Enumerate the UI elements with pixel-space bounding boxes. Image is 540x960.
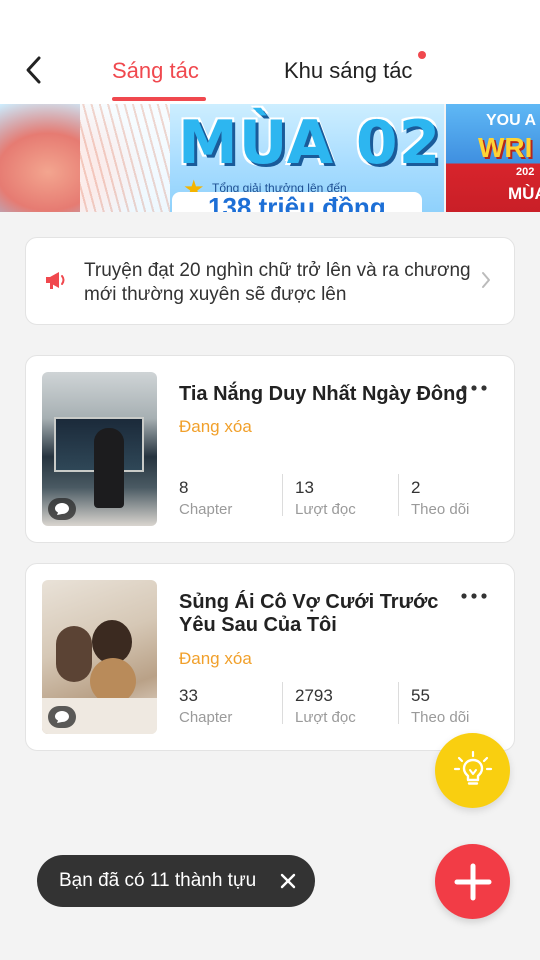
stat-value: 33 xyxy=(179,686,198,705)
comment-icon xyxy=(48,498,76,520)
chevron-right-icon xyxy=(482,272,490,288)
stat-label: Theo dõi xyxy=(411,501,470,518)
story-card[interactable]: Sủng Ái Cô Vợ Cưới Trước Yêu Sau Của Tôi… xyxy=(25,563,515,751)
banner-next-line1: YOU A xyxy=(486,112,537,129)
stat-followers: 55 Theo dõi xyxy=(411,685,521,729)
stat-reads: 2793 Lượt đọc xyxy=(295,685,405,729)
banner-next-line4: MÙA xyxy=(508,184,540,203)
idea-button[interactable] xyxy=(435,733,510,808)
more-dots-icon[interactable] xyxy=(460,588,488,604)
more-dots-icon[interactable] xyxy=(460,380,488,396)
plus-icon xyxy=(454,863,491,900)
stat-divider xyxy=(398,474,399,516)
tab-khu-sang-tac[interactable]: Khu sáng tác xyxy=(284,56,412,86)
megaphone-icon xyxy=(46,272,65,289)
toast-message: Bạn đã có 11 thành tựu xyxy=(59,870,257,891)
close-icon xyxy=(280,873,296,889)
cover-figure-art xyxy=(56,626,92,682)
active-tab-indicator xyxy=(112,97,206,101)
story-status: Đang xóa xyxy=(179,417,252,436)
banner-title: MÙA 02 xyxy=(178,108,442,178)
back-button[interactable] xyxy=(14,50,54,90)
stat-value: 2 xyxy=(411,478,421,497)
stat-label: Theo dõi xyxy=(411,709,470,726)
chevron-left-icon xyxy=(26,56,41,84)
stat-chapter: 8 Chapter xyxy=(179,477,289,521)
banner-pages-illustration xyxy=(80,104,170,212)
achievement-toast: Bạn đã có 11 thành tựu xyxy=(37,855,315,907)
top-bar: Sáng tác Khu sáng tác xyxy=(0,0,540,104)
promo-banner-next[interactable]: YOU A WRI 202 MÙA xyxy=(446,104,540,212)
stat-value: 8 xyxy=(179,478,189,497)
tab-sang-tac[interactable]: Sáng tác xyxy=(112,56,199,86)
stat-followers: 2 Theo dõi xyxy=(411,477,521,521)
story-title: Sủng Ái Cô Vợ Cưới Trước Yêu Sau Của Tôi xyxy=(179,591,439,636)
stat-label: Lượt đọc xyxy=(295,709,356,726)
stat-value: 13 xyxy=(295,478,314,497)
banner-prize: 138 triệu đồng xyxy=(208,192,386,212)
stat-reads: 13 Lượt đọc xyxy=(295,477,405,521)
notice-card[interactable]: Truyện đạt 20 nghìn chữ trở lên và ra ch… xyxy=(25,237,515,325)
promo-banner-carousel[interactable]: MÙA 02 ★ Tổng giải thưởng lên đến 138 tr… xyxy=(0,104,540,212)
story-cover[interactable] xyxy=(42,372,157,526)
stat-chapter: 33 Chapter xyxy=(179,685,289,729)
notice-text: Truyện đạt 20 nghìn chữ trở lên và ra ch… xyxy=(84,260,471,305)
notification-dot xyxy=(418,51,426,59)
cover-figure-art xyxy=(94,428,124,508)
stat-value: 2793 xyxy=(295,686,333,705)
stat-label: Chapter xyxy=(179,501,233,518)
promo-banner-main[interactable]: MÙA 02 ★ Tổng giải thưởng lên đến 138 tr… xyxy=(0,104,444,212)
banner-next-line2: WRI xyxy=(478,132,533,163)
stat-divider xyxy=(282,682,283,724)
add-story-button[interactable] xyxy=(435,844,510,919)
story-status: Đang xóa xyxy=(179,649,252,668)
story-cover[interactable] xyxy=(42,580,157,734)
toast-close-button[interactable] xyxy=(275,868,301,894)
comment-icon xyxy=(48,706,76,728)
banner-next-line3: 202 xyxy=(516,166,535,178)
stat-label: Chapter xyxy=(179,709,233,726)
stat-label: Lượt đọc xyxy=(295,501,356,518)
stat-divider xyxy=(282,474,283,516)
story-card[interactable]: Tia Nắng Duy Nhất Ngày Đông Đang xóa 8 C… xyxy=(25,355,515,543)
stat-value: 55 xyxy=(411,686,430,705)
stat-divider xyxy=(398,682,399,724)
lightbulb-icon xyxy=(453,750,492,785)
story-title: Tia Nắng Duy Nhất Ngày Đông xyxy=(179,383,468,405)
